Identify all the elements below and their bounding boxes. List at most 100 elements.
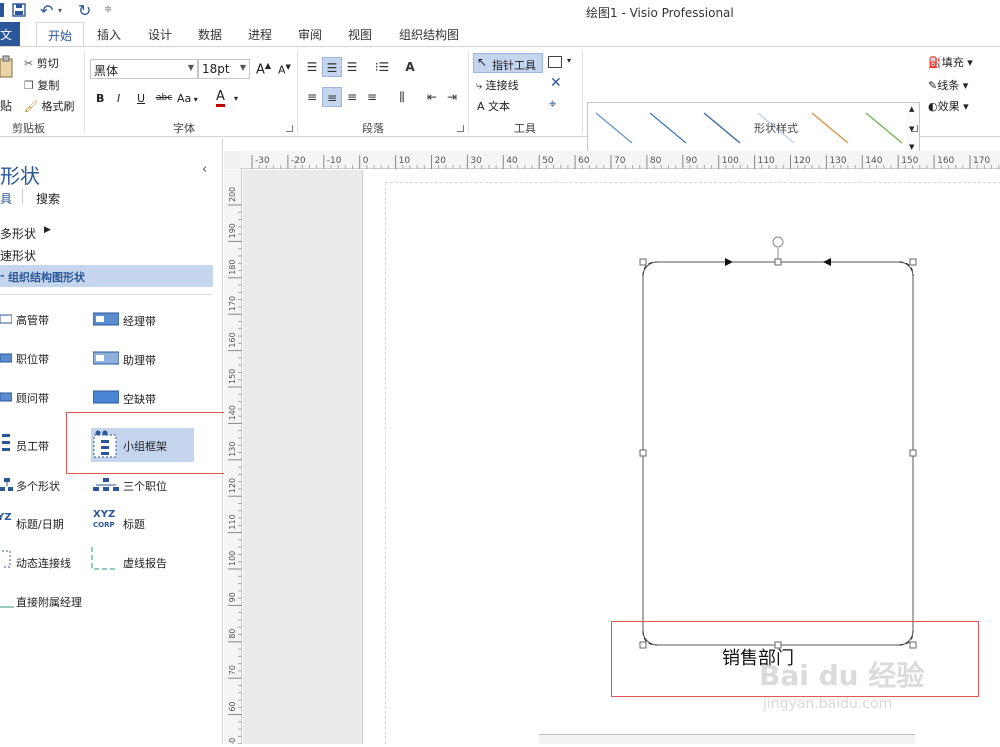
xyz-corp-icon: XYZ CORP [93,509,116,530]
collapse-panel-icon[interactable]: ‹ [202,162,207,177]
more-shapes-item[interactable]: 多形状 ▶ [0,225,51,242]
team-frame-shape[interactable] [633,234,923,654]
paste-button[interactable]: 贴 [0,97,12,114]
chevron-up-icon[interactable]: ▲ [909,105,914,113]
ruler-label: -20 [291,156,306,166]
tab-file[interactable]: 文件 [0,22,20,59]
paragraph-dialog-launcher[interactable] [457,125,464,132]
increase-indent-icon[interactable]: ⇥ [442,87,462,107]
brush-icon: 🖌 [24,100,38,113]
divider [468,51,469,133]
align-left-icon[interactable]: ≡ [302,87,322,107]
ruler-label: 100 [228,551,237,566]
ruler-corner [224,151,240,169]
justify-icon[interactable]: ≡ [362,87,382,107]
tab-home[interactable]: 开始 [36,22,84,47]
bullets-icon[interactable]: ⁝☰ [372,57,392,77]
align-right-icon[interactable]: ≡ [342,87,362,107]
pencil-icon: ✎ [928,79,938,92]
tab-insert[interactable]: 插入 [97,26,121,43]
ruler-label: 120 [228,478,237,493]
effects-button[interactable]: ◐效果 ▾ [928,98,969,114]
tab-search[interactable]: 搜索 [36,190,60,207]
divider [22,188,23,204]
font-color-dropdown-icon[interactable]: ▾ [234,94,238,103]
paste-icon[interactable] [0,55,16,84]
align-top-icon[interactable]: ☰ [302,57,322,77]
customize-qat-icon[interactable]: ≑ [104,4,112,15]
shape-styles-dialog-launcher[interactable] [911,125,918,132]
horizontal-scrollbar[interactable] [539,734,915,744]
strikethrough-button[interactable]: abc [156,93,172,103]
bold-button[interactable]: B [96,92,104,105]
line-button[interactable]: ✎线条 ▾ [928,77,968,93]
fill-button[interactable]: ⛽填充 ▾ [928,54,973,70]
ruler-label: 140 [865,156,882,166]
connector-tool-button[interactable]: ⤷ 连接线 [476,77,519,93]
ruler-label: 110 [228,514,237,529]
xyz-icon: YZ [0,512,12,523]
chevron-down-icon[interactable]: ▾ [567,56,571,65]
ruler-label: 100 [722,156,739,166]
watermark-logo: Bai du 经验 [759,659,925,692]
tab-org-chart[interactable]: 组织结构图 [399,26,459,43]
title-bar: ↶ ▾ ↻ ≑ 绘图1 - Visio Professional [0,0,1000,22]
chevron-down-icon: ▼ [187,63,194,72]
text-direction-icon[interactable]: A [400,57,420,77]
shape-styles-group-label: 形状样式 [754,122,798,135]
shape-styles-gallery[interactable] [587,102,907,158]
shrink-font-button[interactable]: A▼ [278,63,291,77]
format-painter-button[interactable]: 🖌 格式刷 [24,98,74,114]
app-edge [0,3,4,17]
tab-design[interactable]: 设计 [148,26,172,43]
tab-review[interactable]: 审阅 [298,26,322,43]
stencil-name: 组织结构图形状 [8,271,85,284]
distribute-icon[interactable]: ⫼ [392,87,412,107]
tab-data[interactable]: 数据 [198,26,222,43]
quick-shapes-item[interactable]: 速形状 [0,247,36,264]
rectangle-tool-icon[interactable] [548,56,562,68]
redo-icon[interactable]: ↻ [78,1,91,20]
pointer-icon: ↖ [477,55,488,69]
ruler-label: 70 [228,665,237,675]
align-bottom-icon[interactable]: ☰ [342,57,362,77]
tab-process[interactable]: 进程 [248,26,272,43]
tab-view[interactable]: 视图 [348,26,372,43]
stencil-header-org-chart[interactable]: - 组织结构图形状 [0,265,213,287]
change-case-button[interactable]: Aa ▾ [177,92,198,105]
save-icon[interactable] [12,3,26,20]
chevron-down-icon: ▼ [239,63,246,72]
copy-button[interactable]: ❐ 复制 [24,77,59,93]
more-icon[interactable]: ▼ [909,143,914,151]
ruler-label: 130 [228,442,237,457]
scissors-icon: ✂ [24,57,34,70]
font-size-value: 18pt [202,62,230,76]
drawing-page[interactable]: 销售部门 Bai du 经验 jingyan.baidu.com [362,170,1000,744]
grow-font-button[interactable]: A▲ [256,61,271,77]
vertical-ruler[interactable]: 200 190 180 170 160 150 140 130 120 110 100 90 80 70 6… [224,169,242,747]
ruler-label: 90 [686,156,698,166]
pointer-tool-button[interactable]: ↖ 指针工具 [473,53,543,73]
font-dialog-launcher[interactable] [286,125,293,132]
font-name-select[interactable]: 黑体 ▼ [90,59,198,79]
divider [84,51,85,133]
undo-dropdown-icon[interactable]: ▾ [58,6,62,15]
text-tool-button[interactable]: A 文本 [477,98,510,114]
font-color-button[interactable]: A [216,90,225,107]
decrease-indent-icon[interactable]: ⇤ [422,87,442,107]
tab-stencils[interactable]: 具 [0,190,12,207]
align-center-icon[interactable]: ≡ [322,87,342,107]
tools-group-label: 工具 [514,122,536,135]
horizontal-ruler[interactable]: -30 -20 -10 0 10 20 30 40 50 60 70 80 90 100 110 120 130… [240,151,1000,169]
align-middle-icon[interactable]: ☰ [322,57,342,77]
cut-button[interactable]: ✂ 剪切 [24,55,59,71]
undo-icon[interactable]: ↶ [40,1,53,20]
underline-button[interactable]: U [137,92,145,105]
shape-team-frame[interactable]: 小组框架 [91,428,194,462]
close-icon[interactable]: ✕ [550,75,562,91]
connection-point-icon[interactable]: ⌖ [549,97,556,112]
italic-button[interactable]: I [117,92,120,105]
ruler-label: 30 [470,156,482,166]
font-size-select[interactable]: 18pt ▼ [198,59,250,79]
ribbon: 贴 ✂ 剪切 ❐ 复制 🖌 格式刷 剪贴板 黑体 ▼ 18pt ▼ A▲ A▼ B … [0,46,1000,158]
